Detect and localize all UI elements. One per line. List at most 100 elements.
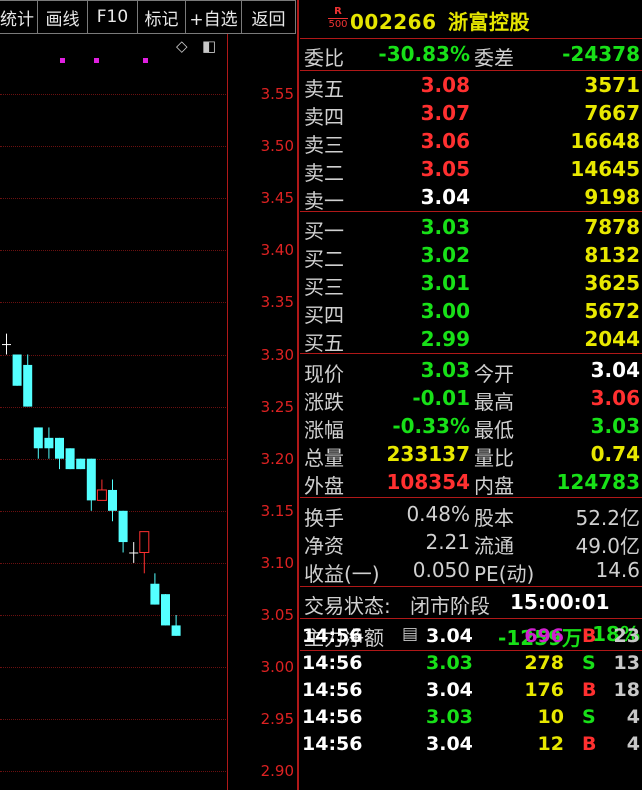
fund-label: 流通 <box>474 534 514 558</box>
status-value: 闭市阶段 <box>410 594 490 618</box>
back-button[interactable]: 返回 <box>242 0 296 34</box>
add-watchlist-button[interactable]: +自选 <box>186 0 242 34</box>
tick-price: 3.04 <box>426 733 473 755</box>
quote-value: 124783 <box>556 470 641 494</box>
level-volume: 8132 <box>584 243 640 267</box>
ratio-label: 委比 <box>304 46 344 70</box>
tick-row: 14:56 3.04 176 B 18 <box>300 677 642 704</box>
tick-row: 14:56 3.04 12 B 4 <box>300 731 642 758</box>
level-label: 买五 <box>304 331 344 355</box>
tick-side: S <box>582 706 596 728</box>
candle-body <box>2 344 11 346</box>
level-volume: 7667 <box>584 101 640 125</box>
candle-body <box>44 437 54 449</box>
fund-value: 49.0亿 <box>575 534 640 558</box>
y-tick-label: 3.05 <box>260 606 294 624</box>
quote-label: 涨跌 <box>304 390 344 414</box>
y-tick-label: 3.10 <box>260 553 294 572</box>
level-price: 3.07 <box>420 101 470 125</box>
draw-line-button[interactable]: 画线 <box>38 0 88 34</box>
level-price: 3.03 <box>420 215 470 239</box>
quote-label: 涨幅 <box>304 418 344 442</box>
bid-row: 买三 3.01 3625 <box>300 270 642 299</box>
tick-volume: 10 <box>537 706 564 728</box>
quote-value: -0.01 <box>412 386 470 410</box>
level-price: 3.00 <box>420 299 470 323</box>
level-label: 买一 <box>304 219 344 243</box>
quote-panel: R 500 002266 浙富控股 委比 -30.83% 委差 -24378 卖… <box>300 0 642 790</box>
ask-row: 卖五 3.08 3571 <box>300 72 642 101</box>
y-tick-label: 3.20 <box>260 449 294 468</box>
candle-body <box>139 531 150 553</box>
y-tick-label: 3.15 <box>260 501 294 520</box>
candle-body <box>129 552 139 554</box>
order-ratio-row: 委比 -30.83% 委差 -24378 <box>300 41 642 70</box>
fund-value: 0.050 <box>412 558 470 582</box>
quote-value: 3.03 <box>420 358 470 382</box>
fund-value: 14.6 <box>595 558 640 582</box>
y-tick-label: 3.00 <box>260 658 294 677</box>
diff-value: -24378 <box>562 42 640 66</box>
tick-count: 18 <box>613 679 640 701</box>
level-price: 3.06 <box>420 129 470 153</box>
level-label: 买四 <box>304 303 344 327</box>
quote-label: 今开 <box>474 362 514 386</box>
ratio-value: -30.83% <box>378 42 470 66</box>
candle-body <box>108 489 117 511</box>
tick-price: 3.04 <box>426 679 473 701</box>
divider <box>300 618 642 619</box>
tick-side: B <box>582 733 597 755</box>
quote-label: 最低 <box>474 418 514 442</box>
stock-name: 浙富控股 <box>447 10 530 34</box>
toolbar: 统计 画线 F10 标记 +自选 返回 <box>0 0 296 34</box>
quote-value: 3.06 <box>590 386 640 410</box>
fund-label: 净资 <box>304 534 344 558</box>
stats-button[interactable]: 统计 <box>0 0 38 34</box>
divider <box>300 70 642 71</box>
candle-body <box>33 427 43 449</box>
quote-value: -0.33% <box>392 414 470 438</box>
fundamental-row: 净资 2.21 流通 49.0亿 <box>300 529 642 558</box>
y-tick-label: 3.30 <box>260 345 294 364</box>
y-tick-label: 3.40 <box>260 241 294 260</box>
quote-row: 涨幅 -0.33% 最低 3.03 <box>300 413 642 442</box>
index-badge: R 500 <box>328 6 348 31</box>
badge-bottom: 500 <box>328 18 348 30</box>
tick-volume: 278 <box>524 652 564 674</box>
y-tick-label: 2.90 <box>260 762 294 781</box>
quote-label: 最高 <box>474 390 514 414</box>
divider <box>300 353 642 354</box>
fund-label: 股本 <box>474 506 514 530</box>
candle-body <box>76 458 86 470</box>
mark-button[interactable]: 标记 <box>138 0 186 34</box>
fundamental-row: 收益(一) 0.050 PE(动) 14.6 <box>300 557 642 586</box>
candle-body <box>118 510 128 543</box>
bid-row: 买五 2.99 2044 <box>300 326 642 355</box>
quote-value: 108354 <box>386 470 471 494</box>
y-tick-label: 3.35 <box>260 293 294 312</box>
stock-title: 002266 浙富控股 <box>350 6 530 35</box>
tick-time: 14:56 <box>302 679 363 701</box>
badge-top: R <box>334 6 342 17</box>
tick-volume: 12 <box>537 733 564 755</box>
tick-row: 14:56 3.03 278 S 13 <box>300 650 642 677</box>
quote-row: 现价 3.03 今开 3.04 <box>300 357 642 386</box>
quote-value: 3.03 <box>590 414 640 438</box>
tick-time: 14:56 <box>302 652 363 674</box>
quote-label: 量比 <box>474 446 514 470</box>
tick-price: 3.03 <box>426 652 473 674</box>
tick-side: S <box>582 652 596 674</box>
diff-label: 委差 <box>474 46 514 70</box>
fund-label: 换手 <box>304 506 344 530</box>
candle-body <box>161 594 170 626</box>
tick-count: 4 <box>626 733 640 755</box>
f10-button[interactable]: F10 <box>88 0 138 34</box>
bid-row: 买一 3.03 7878 <box>300 214 642 243</box>
level-label: 卖二 <box>304 161 344 185</box>
ask-row: 卖一 3.04 9198 <box>300 184 642 213</box>
level-volume: 9198 <box>584 185 640 209</box>
fund-label: 收益(一) <box>304 562 380 586</box>
candle-body <box>171 625 181 636</box>
divider <box>300 38 642 39</box>
tick-time: 14:56 <box>302 733 363 755</box>
